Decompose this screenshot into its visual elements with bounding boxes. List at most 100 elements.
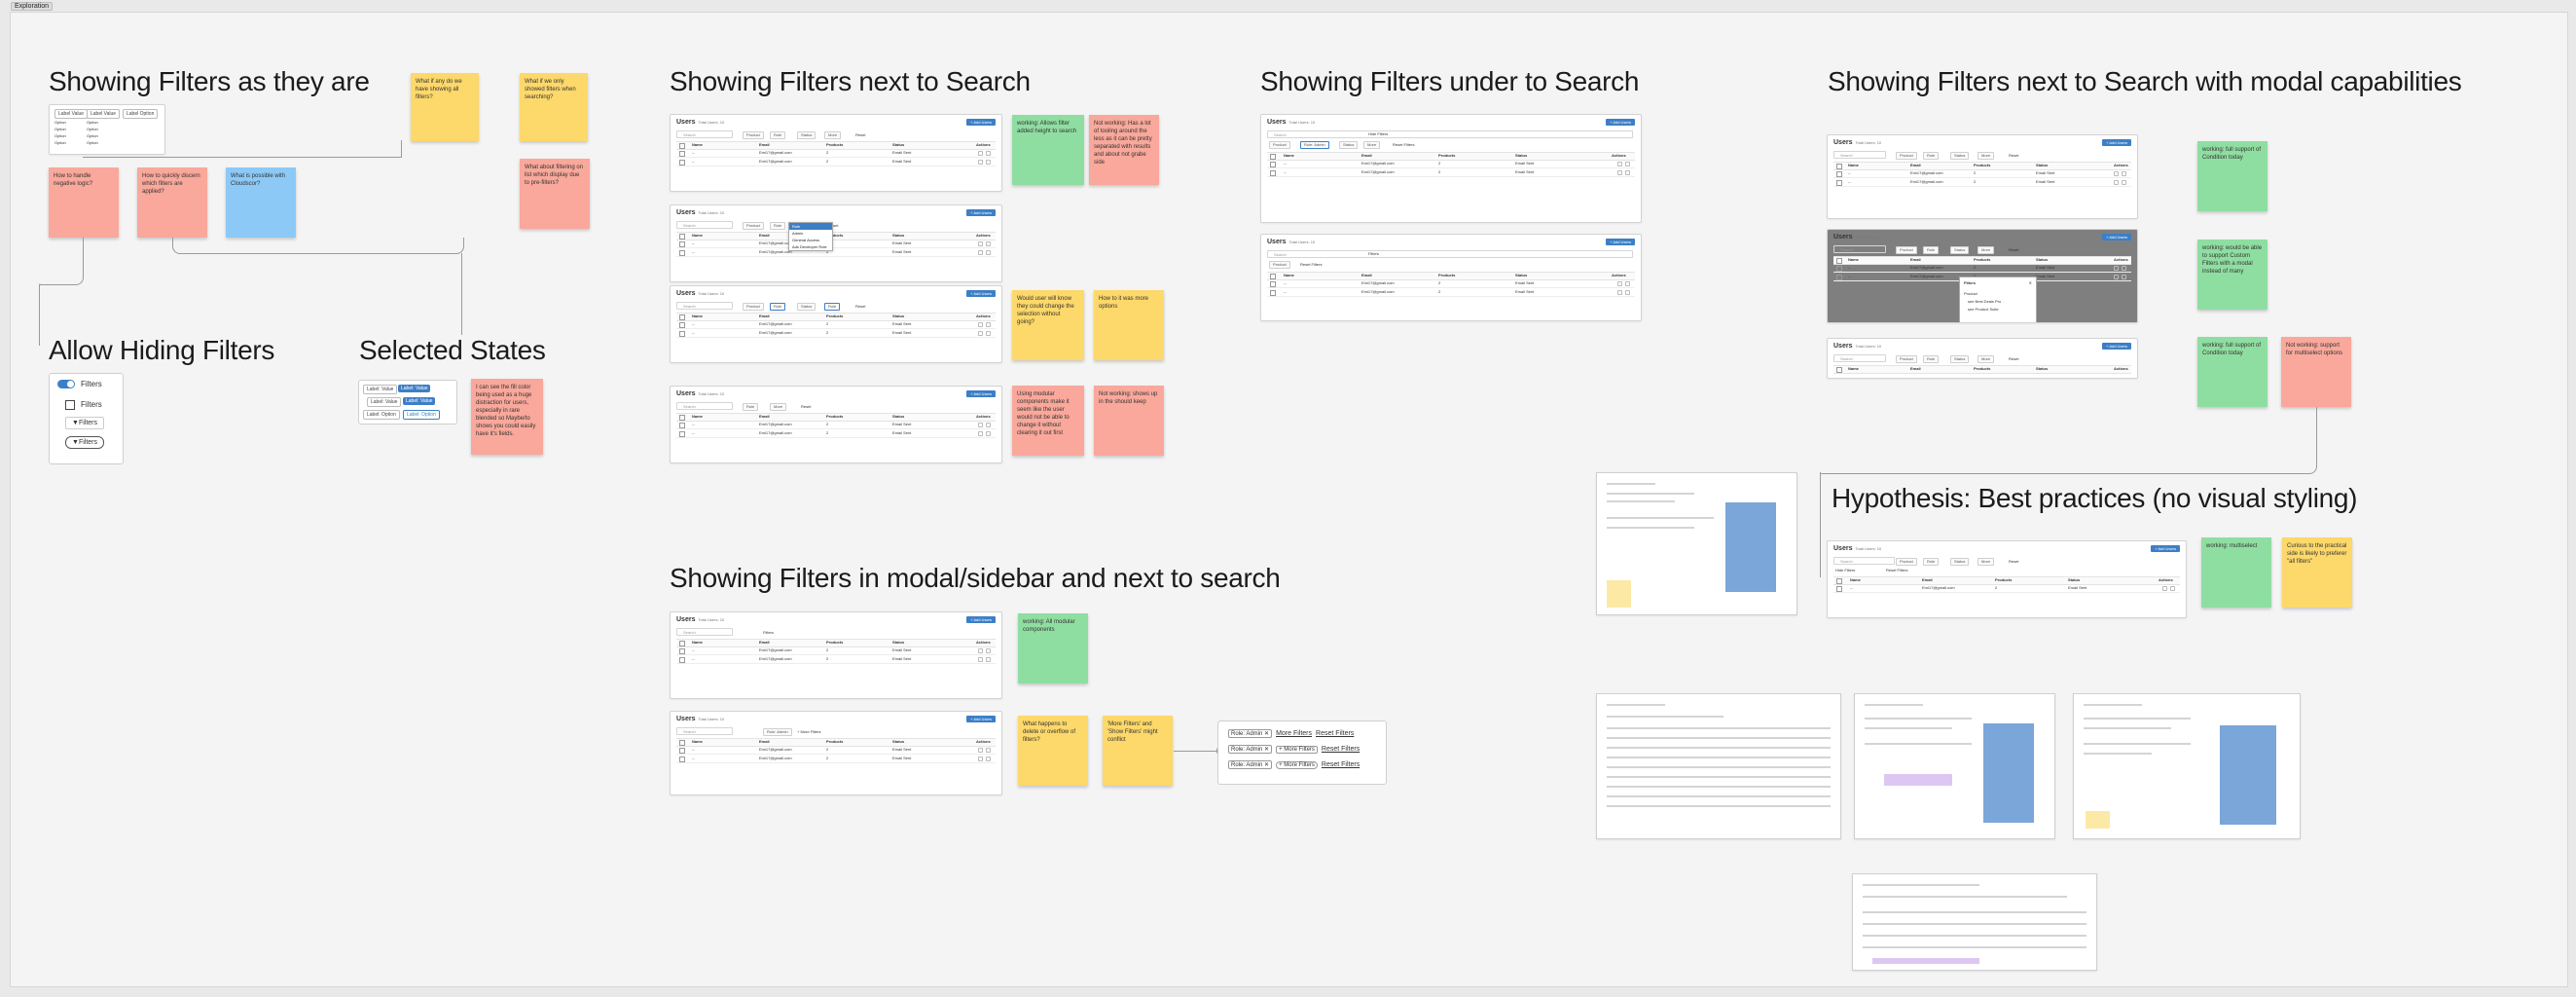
column-header[interactable]: Status [892,233,904,239]
search-input[interactable]: Search [676,302,733,310]
edit-icon[interactable] [978,322,983,327]
add-users-button[interactable]: + Add Users [966,209,996,216]
column-header[interactable]: Email [759,314,770,319]
edit-icon[interactable] [978,757,983,761]
row-checkbox[interactable] [679,331,685,337]
dropdown-option[interactable]: General Access [789,237,832,243]
add-users-button[interactable]: + Add Users [2102,139,2131,146]
filter-dropdown[interactable]: Product [1896,558,1917,566]
row-checkbox[interactable] [679,757,685,762]
dropdown-option[interactable]: Admin [789,230,832,237]
filter-dropdown[interactable]: More [824,131,842,139]
filter-dropdown[interactable]: More [1977,152,1995,160]
search-input[interactable]: Search [676,402,733,410]
column-header[interactable]: Products [1438,273,1455,278]
search-input[interactable]: Search [1833,245,1886,253]
column-header[interactable]: Email [759,640,770,646]
role-chip[interactable]: Role: Admin ✕ [1228,729,1273,738]
more-actions-icon[interactable] [986,160,991,165]
column-header[interactable]: Email [1910,257,1921,263]
sticky-note[interactable]: Not working: Has a lot of tooling around… [1089,115,1159,185]
more-filters-button[interactable]: + More Filters [1276,761,1318,769]
filter-chip[interactable]: Label: Value [363,385,398,394]
column-header[interactable]: Products [826,739,843,745]
filter-dropdown[interactable]: Role [824,303,841,311]
edit-icon[interactable] [978,657,983,662]
column-header[interactable]: Products [1974,257,1990,263]
select-all-checkbox[interactable] [1836,367,1842,373]
row-checkbox[interactable] [679,151,685,157]
filter-dropdown[interactable]: Role [770,222,786,230]
filter-dropdown[interactable]: Product [1896,355,1917,363]
edit-icon[interactable] [2114,180,2119,185]
sticky-note[interactable]: working: full support of Condition today [2197,337,2268,407]
edit-icon[interactable] [978,648,983,653]
filter-dropdown[interactable]: Product [743,303,764,311]
edit-icon[interactable] [978,431,983,436]
column-header[interactable]: Products [1438,153,1455,159]
widget-option[interactable]: Option [87,119,98,126]
row-checkbox[interactable] [1836,266,1842,272]
edit-icon[interactable] [978,331,983,336]
search-input[interactable]: Search [1267,250,1633,258]
column-header[interactable]: Email [759,142,770,148]
sticky-note[interactable]: What if we only showed filters when sear… [520,73,588,141]
column-header[interactable]: Status [892,142,904,148]
column-header[interactable]: Status [892,739,904,745]
more-actions-icon[interactable] [986,241,991,246]
edit-icon[interactable] [978,250,983,255]
hide-filters-link[interactable]: Hide Filters [1368,131,1388,136]
column-header[interactable]: Name [1848,163,1859,168]
widget-option[interactable]: Option [87,132,98,139]
more-actions-icon[interactable] [2122,180,2126,185]
search-input[interactable]: Search [676,221,733,229]
column-header[interactable]: Products [826,142,843,148]
edit-icon[interactable] [2114,171,2119,176]
filters-checkbox[interactable] [65,400,75,410]
reset-link[interactable]: Reset [855,132,865,137]
filter-dropdown[interactable]: Role [1923,246,1940,254]
column-header[interactable]: Name [692,640,703,646]
edit-icon[interactable] [978,151,983,156]
row-checkbox[interactable] [1270,281,1276,287]
filter-chip[interactable]: Product [1269,261,1290,269]
reset-link[interactable]: Reset [2009,356,2018,361]
add-users-button[interactable]: + Add Users [966,616,996,623]
row-checkbox[interactable] [679,423,685,428]
row-checkbox[interactable] [679,322,685,328]
frame-label[interactable]: Exploration [11,2,54,11]
more-actions-icon[interactable] [986,748,991,753]
filter-dropdown[interactable]: More [1977,355,1995,363]
column-header[interactable]: Status [892,414,904,420]
more-filters-link[interactable]: + More Filters [797,729,821,734]
sticky-note[interactable]: Would user will know they could change t… [1012,290,1084,360]
widget-option[interactable]: Option [54,132,66,139]
sticky-note[interactable]: What if any do we have showing all filte… [411,73,479,141]
column-header[interactable]: Status [2036,257,2048,263]
column-header[interactable]: Status [892,640,904,646]
widget-tab[interactable]: Label Value [54,109,89,119]
table-row[interactable]: -- Emi17@gmail.com 2 Email Sent [676,746,996,755]
reset-filters-link[interactable]: Reset Filters [1316,730,1354,737]
filter-dropdown[interactable]: Role [743,403,759,411]
filter-dropdown[interactable]: Role [1923,558,1940,566]
row-checkbox[interactable] [1836,171,1842,177]
search-input[interactable]: Search [1833,151,1886,159]
column-header[interactable]: Email [1922,577,1933,583]
sticky-note[interactable]: Not working: support for multiselect opt… [2281,337,2351,407]
modal-option[interactable]: see Best Deals Pro [1968,299,2001,304]
more-actions-icon[interactable] [1625,162,1630,166]
column-header[interactable]: Name [692,739,703,745]
row-checkbox[interactable] [1836,586,1842,592]
more-actions-icon[interactable] [986,431,991,436]
column-header[interactable]: Products [1995,577,2012,583]
table-row[interactable]: -- Emi17@gmail.com 2 Email Sent [1267,160,1635,168]
row-checkbox[interactable] [1270,170,1276,176]
filter-chip[interactable]: Status [1339,141,1359,149]
filter-dropdown[interactable]: Status [797,303,816,311]
column-header[interactable]: Email [759,739,770,745]
add-users-button[interactable]: + Add Users [1606,119,1635,126]
reset-filters-link[interactable]: Reset Filters [1322,761,1360,768]
sticky-note[interactable]: 'More Filters' and 'Show Filters' might … [1103,716,1173,786]
search-input[interactable]: Search [676,727,733,735]
